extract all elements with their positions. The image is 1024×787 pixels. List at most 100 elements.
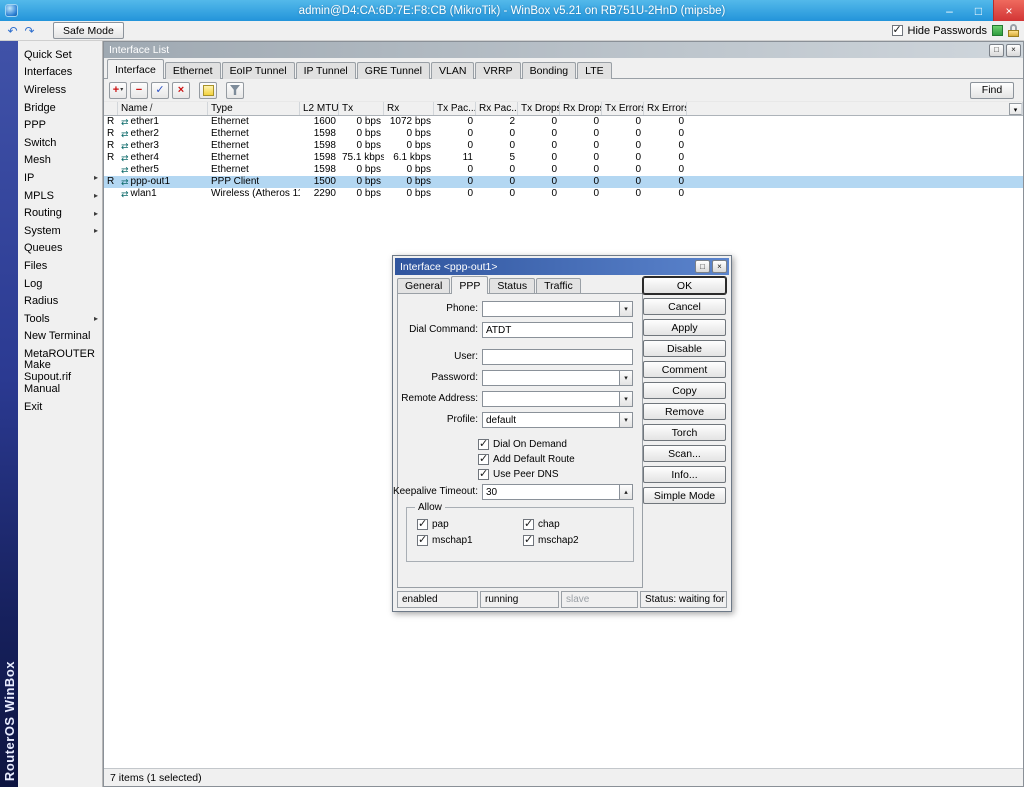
column-header-rx-errors[interactable]: Rx Errors (644, 102, 687, 115)
close-icon[interactable]: × (1006, 44, 1021, 57)
dialog-titlebar[interactable]: Interface <ppp-out1> □ × (395, 258, 729, 275)
dialog-button[interactable]: Cancel (643, 298, 726, 315)
interface-list-tab[interactable]: IP Tunnel (296, 62, 356, 79)
forward-icon[interactable]: ↷ (22, 23, 37, 38)
dial-command-input[interactable] (482, 322, 633, 338)
disable-interface-button[interactable]: × (172, 82, 190, 99)
dialog-button[interactable]: Comment (643, 361, 726, 378)
user-input[interactable] (482, 349, 633, 365)
interface-list-tab[interactable]: EoIP Tunnel (222, 62, 295, 79)
column-header-flags[interactable] (104, 102, 118, 115)
remote-address-input[interactable] (482, 391, 620, 407)
filter-button[interactable] (226, 82, 244, 99)
ppp-option-checkbox[interactable]: Dial On Demand (478, 437, 575, 452)
ppp-option-checkbox[interactable]: Use Peer DNS (478, 467, 575, 482)
phone-dropdown-icon[interactable] (620, 301, 633, 317)
profile-dropdown-icon[interactable] (620, 412, 633, 428)
dialog-button[interactable]: Apply (643, 319, 726, 336)
interface-list-tab[interactable]: Ethernet (165, 62, 221, 79)
sidebar-item[interactable]: Wireless (18, 81, 102, 99)
dialog-button[interactable]: OK (643, 277, 726, 294)
allow-option-checkbox[interactable]: pap (417, 517, 523, 532)
sidebar-item[interactable]: Queues (18, 240, 102, 258)
sidebar-item[interactable]: IP (18, 169, 102, 187)
phone-input[interactable] (482, 301, 620, 317)
sidebar-item[interactable]: Radius (18, 292, 102, 310)
minimize-button[interactable]: – (935, 0, 964, 21)
hide-passwords-checkbox[interactable] (892, 25, 903, 36)
sidebar-item[interactable]: Bridge (18, 99, 102, 117)
sidebar-item[interactable]: Mesh (18, 152, 102, 170)
interface-row[interactable]: R ppp-out1 PPP Client 1500 0 bps 0 bps 0… (104, 176, 1023, 188)
sidebar-item[interactable]: Make Supout.rif (18, 363, 102, 381)
interface-list-tab[interactable]: GRE Tunnel (357, 62, 430, 79)
profile-select[interactable] (482, 412, 620, 428)
sidebar-item[interactable]: System (18, 222, 102, 240)
column-header-tx-drops[interactable]: Tx Drops (518, 102, 560, 115)
interface-row[interactable]: R ether2 Ethernet 1598 0 bps 0 bps 0 0 0… (104, 128, 1023, 140)
password-input[interactable] (482, 370, 620, 386)
column-header-name[interactable]: Name/ (118, 102, 208, 115)
sidebar-item[interactable]: New Terminal (18, 328, 102, 346)
dialog-button[interactable]: Simple Mode (643, 487, 726, 504)
column-header-rx[interactable]: Rx (384, 102, 434, 115)
column-header-tx-packets[interactable]: Tx Pac... (434, 102, 476, 115)
dialog-button[interactable]: Disable (643, 340, 726, 357)
sidebar-item[interactable]: PPP (18, 116, 102, 134)
interface-list-tab[interactable]: Bonding (522, 62, 577, 79)
dialog-tab[interactable]: Status (489, 278, 535, 293)
enable-interface-button[interactable]: ✓ (151, 82, 169, 99)
interface-row[interactable]: wlan1 Wireless (Atheros 11N) 2290 0 bps … (104, 188, 1023, 200)
restore-icon[interactable]: □ (695, 260, 710, 273)
keepalive-timeout-input[interactable] (482, 484, 620, 500)
column-header-type[interactable]: Type (208, 102, 300, 115)
ppp-option-checkbox[interactable]: Add Default Route (478, 452, 575, 467)
column-header-tx[interactable]: Tx (339, 102, 384, 115)
dialog-tab[interactable]: General (397, 278, 450, 293)
interface-row[interactable]: R ether4 Ethernet 1598 75.1 kbps 6.1 kbp… (104, 152, 1023, 164)
add-interface-button[interactable]: +▾ (109, 82, 127, 99)
dialog-button[interactable]: Info... (643, 466, 726, 483)
column-header-rx-packets[interactable]: Rx Pac... (476, 102, 518, 115)
password-dropdown-icon[interactable] (620, 370, 633, 386)
sidebar-item[interactable]: Interfaces (18, 64, 102, 82)
remove-interface-button[interactable]: − (130, 82, 148, 99)
close-button[interactable]: × (993, 0, 1024, 21)
column-selector-icon[interactable]: ▾ (1009, 103, 1022, 115)
allow-option-checkbox[interactable]: mschap2 (523, 533, 629, 548)
dialog-tab[interactable]: Traffic (536, 278, 581, 293)
column-header-l2mtu[interactable]: L2 MTU (300, 102, 339, 115)
interface-row[interactable]: R ether1 Ethernet 1600 0 bps 1072 bps 0 … (104, 116, 1023, 128)
interface-list-tab[interactable]: LTE (577, 62, 611, 79)
interface-list-tab[interactable]: Interface (107, 59, 164, 79)
interface-row[interactable]: R ether3 Ethernet 1598 0 bps 0 bps 0 0 0… (104, 140, 1023, 152)
dialog-button[interactable]: Copy (643, 382, 726, 399)
keepalive-spin-up-icon[interactable] (620, 484, 633, 500)
column-header-rx-drops[interactable]: Rx Drops (560, 102, 602, 115)
sidebar-item[interactable]: MPLS (18, 187, 102, 205)
window-titlebar[interactable]: admin@D4:CA:6D:7E:F8:CB (MikroTik) - Win… (0, 0, 1024, 21)
sidebar-item[interactable]: Exit (18, 398, 102, 416)
dialog-button[interactable]: Scan... (643, 445, 726, 462)
dialog-tab[interactable]: PPP (451, 276, 488, 294)
sidebar-item[interactable]: Log (18, 275, 102, 293)
maximize-button[interactable]: □ (964, 0, 993, 21)
dialog-button[interactable]: Remove (643, 403, 726, 420)
allow-option-checkbox[interactable]: mschap1 (417, 533, 523, 548)
restore-icon[interactable]: □ (989, 44, 1004, 57)
back-icon[interactable]: ↶ (5, 23, 20, 38)
interface-row[interactable]: ether5 Ethernet 1598 0 bps 0 bps 0 0 0 0… (104, 164, 1023, 176)
close-icon[interactable]: × (712, 260, 727, 273)
allow-option-checkbox[interactable]: chap (523, 517, 629, 532)
interface-list-titlebar[interactable]: Interface List □ × (104, 42, 1023, 58)
sidebar-item[interactable]: Quick Set (18, 46, 102, 64)
sidebar-item[interactable]: Files (18, 257, 102, 275)
find-button[interactable]: Find (970, 82, 1014, 99)
dialog-button[interactable]: Torch (643, 424, 726, 441)
comment-button[interactable] (199, 82, 217, 99)
interface-list-tab[interactable]: VLAN (431, 62, 474, 79)
sidebar-item[interactable]: Routing (18, 204, 102, 222)
sidebar-item[interactable]: Switch (18, 134, 102, 152)
column-header-tx-errors[interactable]: Tx Errors (602, 102, 644, 115)
remote-address-dropdown-icon[interactable] (620, 391, 633, 407)
